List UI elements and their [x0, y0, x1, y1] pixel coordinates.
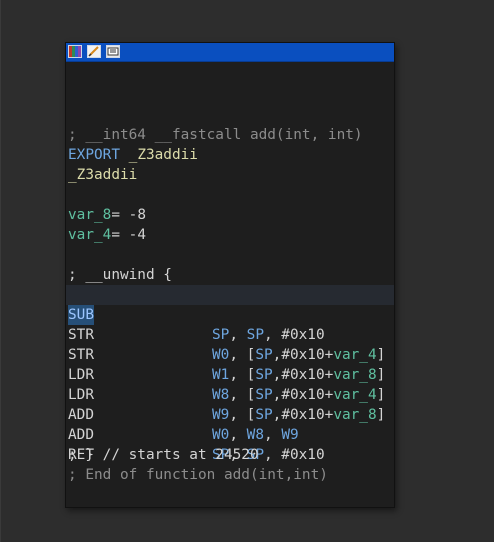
instruction-line[interactable]: RET: [66, 425, 394, 463]
instruction-line[interactable]: LDR W9, [SP,#0x10+var_8]: [66, 365, 394, 423]
unwind-end-comment: ; } // starts at 24520: [68, 447, 259, 463]
instruction-line[interactable]: LDR W8, [SP,#0x10+var_4]: [66, 345, 394, 403]
instruction-line[interactable]: ADD SP, SP, #0x10: [66, 405, 394, 463]
disassembly-listing[interactable]: ; __int64 __fastcall add(int, int) EXPOR…: [66, 63, 394, 507]
window-titlebar[interactable]: [66, 43, 394, 62]
export-symbol[interactable]: _Z3addii: [129, 147, 198, 163]
stack-var-line: var_8= -8: [66, 205, 394, 225]
instruction-line[interactable]: STR W0, [SP,#0x10+var_4]: [66, 305, 394, 363]
graph-view-icon[interactable]: [68, 45, 82, 58]
disassembly-window[interactable]: ; __int64 __fastcall add(int, int) EXPOR…: [65, 42, 395, 508]
stack-var-name[interactable]: var_8: [68, 207, 111, 223]
instruction-line[interactable]: ADD W0, W8, W9: [66, 385, 394, 443]
function-label[interactable]: _Z3addii: [66, 165, 394, 185]
export-line: EXPORT _Z3addii: [66, 145, 394, 165]
edit-icon[interactable]: [87, 45, 101, 58]
stack-var-value: = -8: [111, 207, 146, 223]
end-of-function-comment: ; End of function add(int,int): [68, 467, 328, 483]
workspace-background: ; __int64 __fastcall add(int, int) EXPOR…: [0, 0, 494, 542]
stack-var-value: = -4: [111, 227, 146, 243]
instruction-line[interactable]: SUB SP, SP, #0x10: [66, 285, 394, 343]
hex-view-icon[interactable]: [106, 45, 120, 58]
function-header-comment: ; __int64 __fastcall add(int, int): [68, 127, 363, 143]
instruction-line[interactable]: STR W1, [SP,#0x10+var_8]: [66, 325, 394, 383]
stack-var-name[interactable]: var_4: [68, 227, 111, 243]
unwind-comment: ; __unwind {: [68, 267, 172, 283]
stack-var-line: var_4= -4: [66, 225, 394, 245]
export-keyword: EXPORT: [68, 147, 120, 163]
